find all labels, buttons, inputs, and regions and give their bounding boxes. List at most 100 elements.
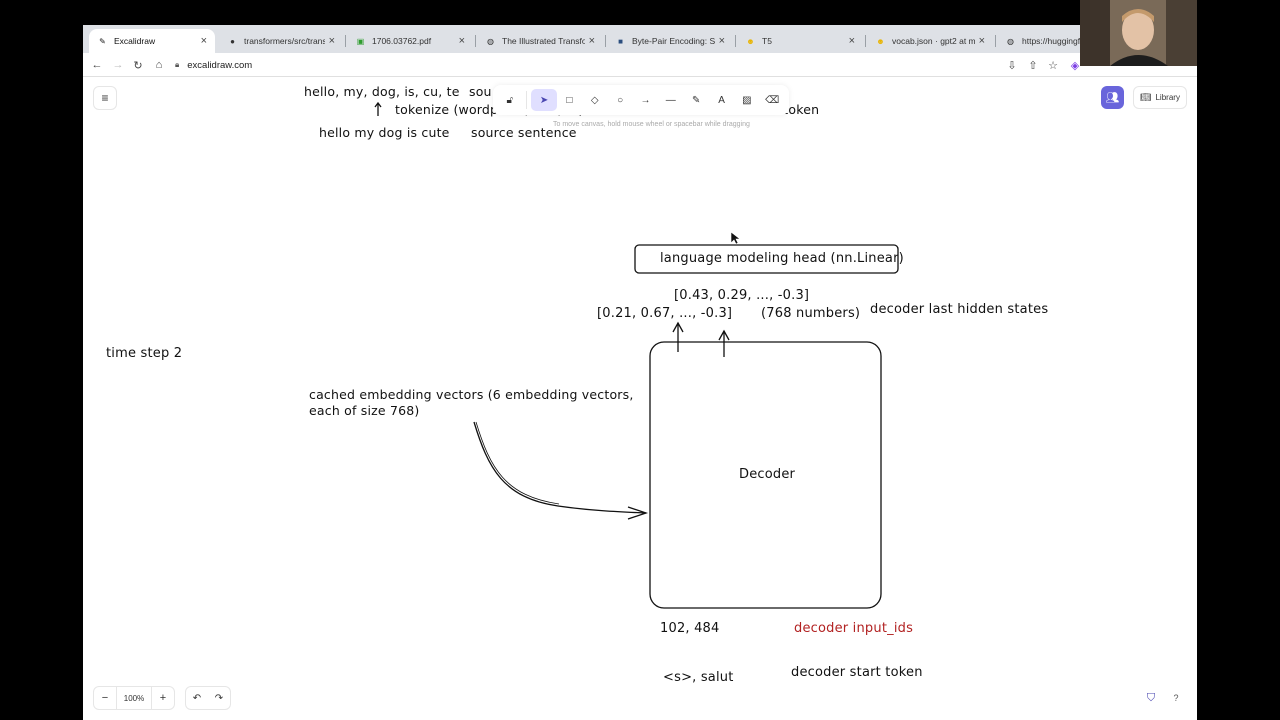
selection-tool-icon[interactable]: ➤ <box>531 89 557 111</box>
page-icon: ■ <box>618 36 623 46</box>
tab-vocab[interactable]: ☻ vocab.json · gpt2 at ma × <box>867 29 993 53</box>
question-icon: ? <box>1173 693 1179 703</box>
webcam-person-image <box>1080 0 1197 66</box>
install-icon[interactable]: ⇩ <box>1004 57 1020 73</box>
history-controls: ↶ ↷ <box>185 686 231 710</box>
tab-bar: ✎ Excalidraw × ● transformers/src/transf… <box>83 25 1197 53</box>
cached-embeddings-line1: cached embedding vectors (6 embedding ve… <box>309 387 634 402</box>
globe-icon: ◍ <box>487 36 494 46</box>
github-icon: ● <box>230 36 235 46</box>
image-tool-icon[interactable]: ▨ <box>734 89 759 111</box>
tab-separator <box>345 35 346 47</box>
decoder-label: Decoder <box>739 467 796 482</box>
undo-button[interactable]: ↶ <box>186 687 208 709</box>
tab-t5[interactable]: ☻ T5 × <box>737 29 863 53</box>
decoder-tokens-text: <s>, salut <box>663 670 734 685</box>
close-icon[interactable]: × <box>459 35 465 47</box>
tab-label: 1706.03762.pdf <box>372 36 432 46</box>
text-tool-icon[interactable]: A <box>709 89 734 111</box>
arrow-tool-icon[interactable]: → <box>633 89 658 111</box>
excalidraw-icon: ✎ <box>99 36 106 46</box>
tab-separator <box>735 35 736 47</box>
address-bar: ← → ↻ ⌂ 🔒︎ excalidraw.com ⇩ ⇧ ☆ ◈ <box>83 53 1197 77</box>
close-icon[interactable]: × <box>329 35 335 47</box>
close-icon[interactable]: × <box>979 35 985 47</box>
top-tokens-suffix: sou <box>469 84 492 99</box>
cached-embeddings-arrow <box>473 421 647 514</box>
close-icon[interactable]: × <box>589 35 595 47</box>
tab-label: Byte-Pair Encoding: Sub <box>632 36 715 46</box>
tab-separator <box>605 35 606 47</box>
collaborate-button[interactable]: 👥︎ <box>1101 86 1124 109</box>
hidden-vector-2: [0.43, 0.29, ..., -0.3] <box>674 288 810 303</box>
tab-label: transformers/src/transfo <box>244 36 325 46</box>
excalidraw-toolbar: 🔓︎ ➤ □ ◇ ○ → — ✎ A ▨ ⌫ <box>493 85 789 115</box>
tab-pdf[interactable]: ▣ 1706.03762.pdf × <box>347 29 473 53</box>
zoom-in-button[interactable]: + <box>152 687 174 709</box>
zoom-reset-button[interactable]: 100% <box>116 687 152 709</box>
toolbar-divider <box>526 91 528 109</box>
url-field[interactable]: 🔒︎ excalidraw.com <box>175 56 1055 74</box>
library-button[interactable]: 📖︎ Library <box>1133 86 1187 109</box>
tab-separator <box>475 35 476 47</box>
ellipse-tool-icon[interactable]: ○ <box>607 89 632 111</box>
hamburger-icon: ≡ <box>101 91 109 105</box>
line-tool-icon[interactable]: — <box>658 89 683 111</box>
main-menu-button[interactable]: ≡ <box>93 86 117 110</box>
home-icon[interactable]: ⌂ <box>151 57 167 73</box>
mouse-cursor-icon <box>730 231 741 245</box>
huggingface-icon: ☻ <box>876 36 885 46</box>
library-label: Library <box>1155 93 1180 102</box>
rectangle-tool-icon[interactable]: □ <box>557 89 582 111</box>
redo-button[interactable]: ↷ <box>208 687 230 709</box>
decoder-input-ids-label: decoder input_ids <box>794 621 914 636</box>
num-768-label: (768 numbers) <box>761 306 861 321</box>
library-icon: 📖︎ <box>1140 92 1152 102</box>
tab-separator <box>865 35 866 47</box>
zoom-controls: − 100% + <box>93 686 175 710</box>
tab-bpe[interactable]: ■ Byte-Pair Encoding: Sub × <box>607 29 733 53</box>
tab-label: The Illustrated Transfor <box>502 36 585 46</box>
lock-icon: 🔒︎ <box>175 60 180 69</box>
tab-illustrated-transformer[interactable]: ◍ The Illustrated Transfor × <box>477 29 603 53</box>
globe-icon: ◍ <box>1007 36 1014 46</box>
draw-tool-icon[interactable]: ✎ <box>683 89 708 111</box>
cached-embeddings-line2: each of size 768) <box>309 403 420 418</box>
tab-transformers[interactable]: ● transformers/src/transfo × <box>219 29 343 53</box>
share-icon[interactable]: ⇧ <box>1025 57 1041 73</box>
back-icon[interactable]: ← <box>89 57 105 73</box>
url-text: excalidraw.com <box>187 59 253 71</box>
webcam-overlay <box>1080 0 1197 66</box>
time-step-label: time step 2 <box>106 346 183 361</box>
input-ids-values: 102, 484 <box>660 621 720 636</box>
hello-sentence-text: hello my dog is cute <box>319 125 450 140</box>
canvas-hint: To move canvas, hold mouse wheel or spac… <box>553 121 750 128</box>
users-icon: 👥︎ <box>1105 92 1120 104</box>
hidden-vector-1: [0.21, 0.67, ..., -0.3] <box>597 306 733 321</box>
reload-icon[interactable]: ↻ <box>130 57 146 73</box>
decoder-last-hidden-label: decoder last hidden states <box>870 302 1049 317</box>
lock-tool-icon[interactable]: 🔓︎ <box>497 89 522 111</box>
tab-excalidraw[interactable]: ✎ Excalidraw × <box>89 29 215 53</box>
zoom-out-button[interactable]: − <box>94 687 116 709</box>
excalidraw-canvas[interactable]: hello, my, dog, is, cu, te sou tokenize … <box>83 78 1197 720</box>
tab-separator <box>995 35 996 47</box>
eraser-tool-icon[interactable]: ⌫ <box>760 89 785 111</box>
close-icon[interactable]: × <box>849 35 855 47</box>
shield-icon[interactable]: ⛉ <box>1144 691 1158 705</box>
pdf-icon: ▣ <box>356 36 365 46</box>
close-icon[interactable]: × <box>719 35 725 47</box>
decoder-start-token-label: decoder start token <box>791 665 923 680</box>
help-button[interactable]: ? <box>1167 689 1185 707</box>
tab-label: T5 <box>762 36 772 46</box>
drawing-layer <box>374 101 899 609</box>
lm-head-label: language modeling head (nn.Linear) <box>660 251 904 266</box>
diamond-tool-icon[interactable]: ◇ <box>582 89 607 111</box>
forward-icon[interactable]: → <box>110 57 126 73</box>
close-icon[interactable]: × <box>201 35 207 47</box>
huggingface-icon: ☻ <box>746 36 755 46</box>
top-tokens-text: hello, my, dog, is, cu, te <box>304 84 460 99</box>
tab-label: vocab.json · gpt2 at ma <box>892 36 975 46</box>
bookmark-star-icon[interactable]: ☆ <box>1045 57 1061 73</box>
tab-label: Excalidraw <box>114 36 156 46</box>
